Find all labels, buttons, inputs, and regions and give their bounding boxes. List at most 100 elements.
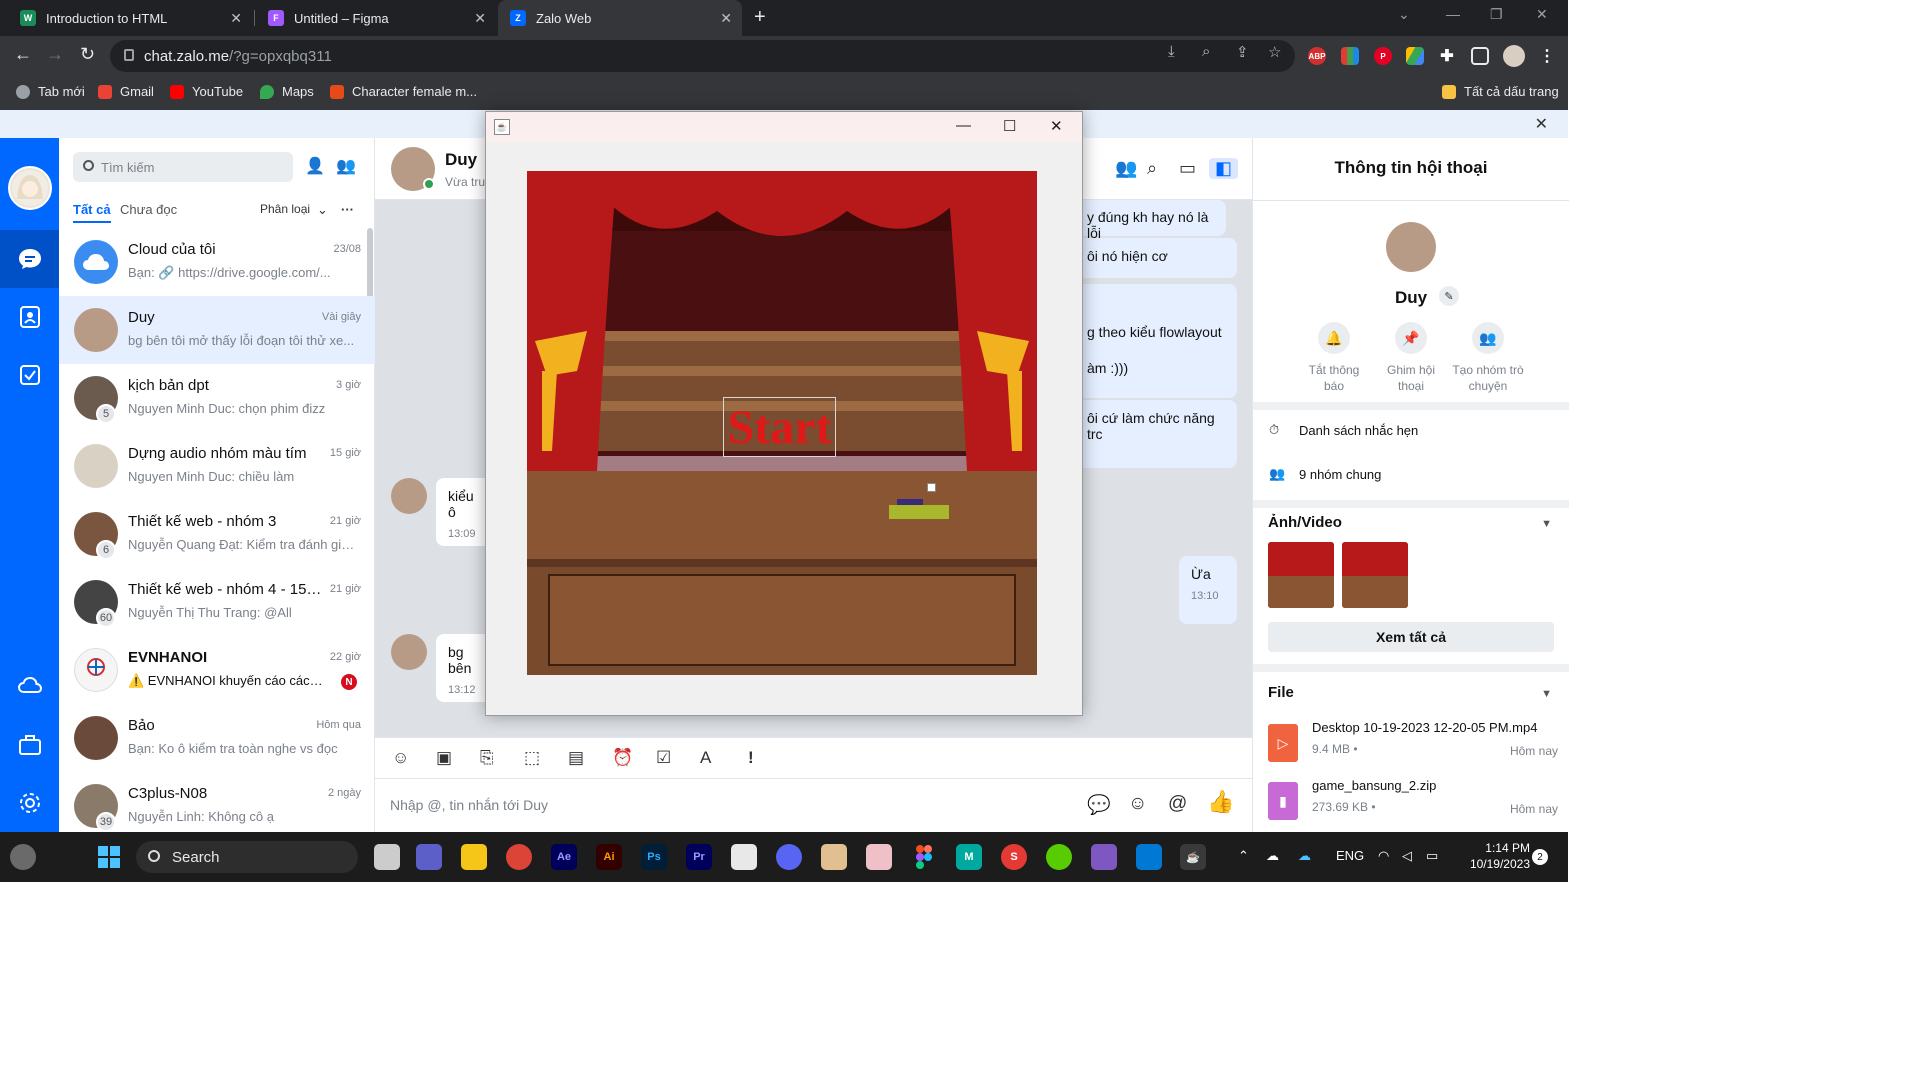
list-item[interactable]: 5 kịch bản dpt 3 giờ Nguyen Minh Duc: ch… xyxy=(59,364,375,432)
close-icon[interactable]: ✕ xyxy=(230,10,242,27)
file-item[interactable]: ▮ game_bansung_2.zip 273.69 KB • Hôm nay xyxy=(1268,778,1558,826)
app-icon[interactable] xyxy=(1091,844,1117,870)
close-icon[interactable]: ✕ xyxy=(1535,114,1548,134)
share-icon[interactable]: ⇪ xyxy=(1236,43,1249,61)
new-tab-button[interactable]: + xyxy=(754,6,766,29)
duolingo-icon[interactable] xyxy=(1046,844,1072,870)
list-item[interactable]: EVNHANOI 22 giờ ⚠️ EVNHANOI khuyến cáo c… xyxy=(59,636,375,704)
drive-icon[interactable] xyxy=(1406,47,1424,65)
tab-all[interactable]: Tất cả xyxy=(73,202,111,217)
tab-zalo[interactable]: Z Zalo Web ✕ xyxy=(498,0,742,36)
photoshop-icon[interactable]: Ps xyxy=(641,844,667,870)
add-friend-icon[interactable]: 👤 xyxy=(305,156,325,176)
figma-icon[interactable] xyxy=(911,844,937,870)
install-icon[interactable]: ⤓ xyxy=(1168,43,1175,60)
discord-icon[interactable] xyxy=(776,844,802,870)
illustrator-icon[interactable]: Ai xyxy=(596,844,622,870)
video-call-icon[interactable]: ▭ xyxy=(1179,158,1196,179)
chevron-down-icon[interactable]: ⌄ xyxy=(317,202,328,218)
bookmark-youtube[interactable]: YouTube xyxy=(170,84,243,99)
list-item[interactable]: 6 Thiết kế web - nhóm 3 21 giờ Nguyễn Qu… xyxy=(59,500,375,568)
pinterest-icon[interactable]: P xyxy=(1374,47,1392,65)
game-icon[interactable] xyxy=(821,844,847,870)
search-input[interactable]: Tìm kiếm xyxy=(73,152,293,182)
color-extension-icon[interactable] xyxy=(1341,47,1359,65)
create-group-button[interactable]: 👥 Tạo nhóm trò chuyện xyxy=(1452,322,1524,394)
list-item[interactable]: 39 C3plus-N08 2 ngày Nguyễn Linh: Không … xyxy=(59,772,375,832)
info-avatar[interactable] xyxy=(1386,222,1436,272)
avatar[interactable] xyxy=(391,478,427,514)
search-icon[interactable]: ⌕ xyxy=(1147,158,1157,179)
thumbs-up-icon[interactable]: 👍 xyxy=(1207,789,1234,815)
start-button[interactable]: Start xyxy=(723,397,836,457)
battery-icon[interactable]: ▭ xyxy=(1426,848,1438,864)
bookmark-character[interactable]: Character female m... xyxy=(330,84,477,99)
task-view-icon[interactable] xyxy=(374,844,400,870)
list-item[interactable]: Bảo Hôm qua Bạn: Ko ô kiểm tra toàn nghe… xyxy=(59,704,375,772)
url-bar[interactable]: chat.zalo.me/?g=opxqbq311 xyxy=(110,40,1295,72)
premiere-icon[interactable]: Pr xyxy=(686,844,712,870)
sticker-icon[interactable]: ☺ xyxy=(392,748,409,768)
language-indicator[interactable]: ENG xyxy=(1336,848,1364,863)
priority-icon[interactable]: ! xyxy=(748,748,754,768)
chevron-down-icon[interactable]: ⌄ xyxy=(1398,6,1410,23)
attachment-icon[interactable]: ⎘ xyxy=(480,748,494,768)
list-item[interactable]: Cloud của tôi 23/08 Bạn: 🔗 https://drive… xyxy=(59,228,375,296)
alarm-icon[interactable]: ⏰ xyxy=(612,748,633,768)
sidepanel-icon[interactable] xyxy=(1471,47,1489,65)
caret-down-icon[interactable]: ▼ xyxy=(1541,688,1552,700)
close-icon[interactable]: ✕ xyxy=(720,10,732,27)
file-item[interactable]: ▷ Desktop 10-19-2023 12-20-05 PM.mp4 9.4… xyxy=(1268,720,1558,768)
windows-start-icon[interactable] xyxy=(96,844,122,870)
close-window-icon[interactable]: ✕ xyxy=(1536,6,1548,23)
message-bubble[interactable]: y đúng kh hay nó là lỗi xyxy=(1075,200,1226,241)
message-input[interactable]: Nhập @, tin nhắn tới Duy 💬 ☺ @ 👍 xyxy=(375,779,1252,832)
classify-dropdown[interactable]: Phân loại xyxy=(260,202,310,216)
media-thumbnail[interactable] xyxy=(1268,542,1334,608)
app-icon[interactable] xyxy=(731,844,757,870)
message-bubble[interactable]: ôi nó hiện cơ xyxy=(1075,238,1237,278)
list-item[interactable]: Duy Vài giây bg bên tôi mở thấy lỗi đoạn… xyxy=(59,296,375,364)
image-icon[interactable]: ▣ xyxy=(436,748,452,768)
contact-card-icon[interactable]: ▤ xyxy=(568,748,584,768)
cloud-nav[interactable] xyxy=(0,656,59,714)
file-explorer-icon[interactable] xyxy=(461,844,487,870)
bookmark-new-tab[interactable]: Tab mới xyxy=(16,84,85,99)
info-panel-icon[interactable]: ◧ xyxy=(1209,158,1239,179)
minimize-icon[interactable]: — xyxy=(956,117,971,134)
list-item[interactable]: 60 Thiết kế web - nhóm 4 - 15h ... 21 gi… xyxy=(59,568,375,636)
emoji-icon[interactable]: ☺ xyxy=(1128,793,1147,815)
volume-icon[interactable]: ◁ xyxy=(1402,848,1412,864)
maximize-icon[interactable]: ☐ xyxy=(1003,117,1016,135)
common-groups[interactable]: 👥 9 nhóm chung xyxy=(1269,466,1381,482)
chevron-up-icon[interactable]: ⌃ xyxy=(1238,848,1249,864)
bookmark-maps[interactable]: Maps xyxy=(260,84,314,99)
contacts-nav[interactable] xyxy=(0,288,59,346)
chat-title[interactable]: Duy xyxy=(445,150,477,170)
message-bubble[interactable]: ôi cứ làm chức năng trc xyxy=(1075,400,1237,468)
pin-button[interactable]: 📌 Ghim hội thoại xyxy=(1375,322,1447,394)
chrome-icon[interactable] xyxy=(506,844,532,870)
task-icon[interactable]: ☑ xyxy=(656,748,671,768)
maya-icon[interactable]: M xyxy=(956,844,982,870)
after-effects-icon[interactable]: Ae xyxy=(551,844,577,870)
edit-icon[interactable]: ✎ xyxy=(1439,286,1459,306)
star-icon[interactable]: ☆ xyxy=(1268,43,1281,61)
list-item[interactable]: Dựng audio nhóm màu tím 15 giờ Nguyen Mi… xyxy=(59,432,375,500)
zoom-icon[interactable]: ⌕ xyxy=(1202,43,1210,60)
reload-icon[interactable]: ↻ xyxy=(80,44,95,65)
mute-button[interactable]: 🔔 Tắt thông báo xyxy=(1298,322,1370,394)
messages-nav[interactable] xyxy=(0,230,59,288)
vscode-icon[interactable] xyxy=(1136,844,1162,870)
avatar[interactable] xyxy=(391,634,427,670)
taskbar-search[interactable]: Search xyxy=(136,841,358,873)
close-icon[interactable]: ✕ xyxy=(474,10,486,27)
menu-icon[interactable]: ⋮ xyxy=(1538,47,1556,65)
tab-figma[interactable]: F Untitled – Figma ✕ xyxy=(256,0,496,36)
onedrive-icon[interactable]: ☁ xyxy=(1298,848,1311,864)
tab-introduction-html[interactable]: W Introduction to HTML ✕ xyxy=(8,0,252,36)
todo-nav[interactable] xyxy=(0,346,59,404)
mention-icon[interactable]: @ xyxy=(1168,793,1187,815)
minimize-icon[interactable]: — xyxy=(1446,6,1460,22)
close-icon[interactable]: ✕ xyxy=(1050,117,1063,135)
